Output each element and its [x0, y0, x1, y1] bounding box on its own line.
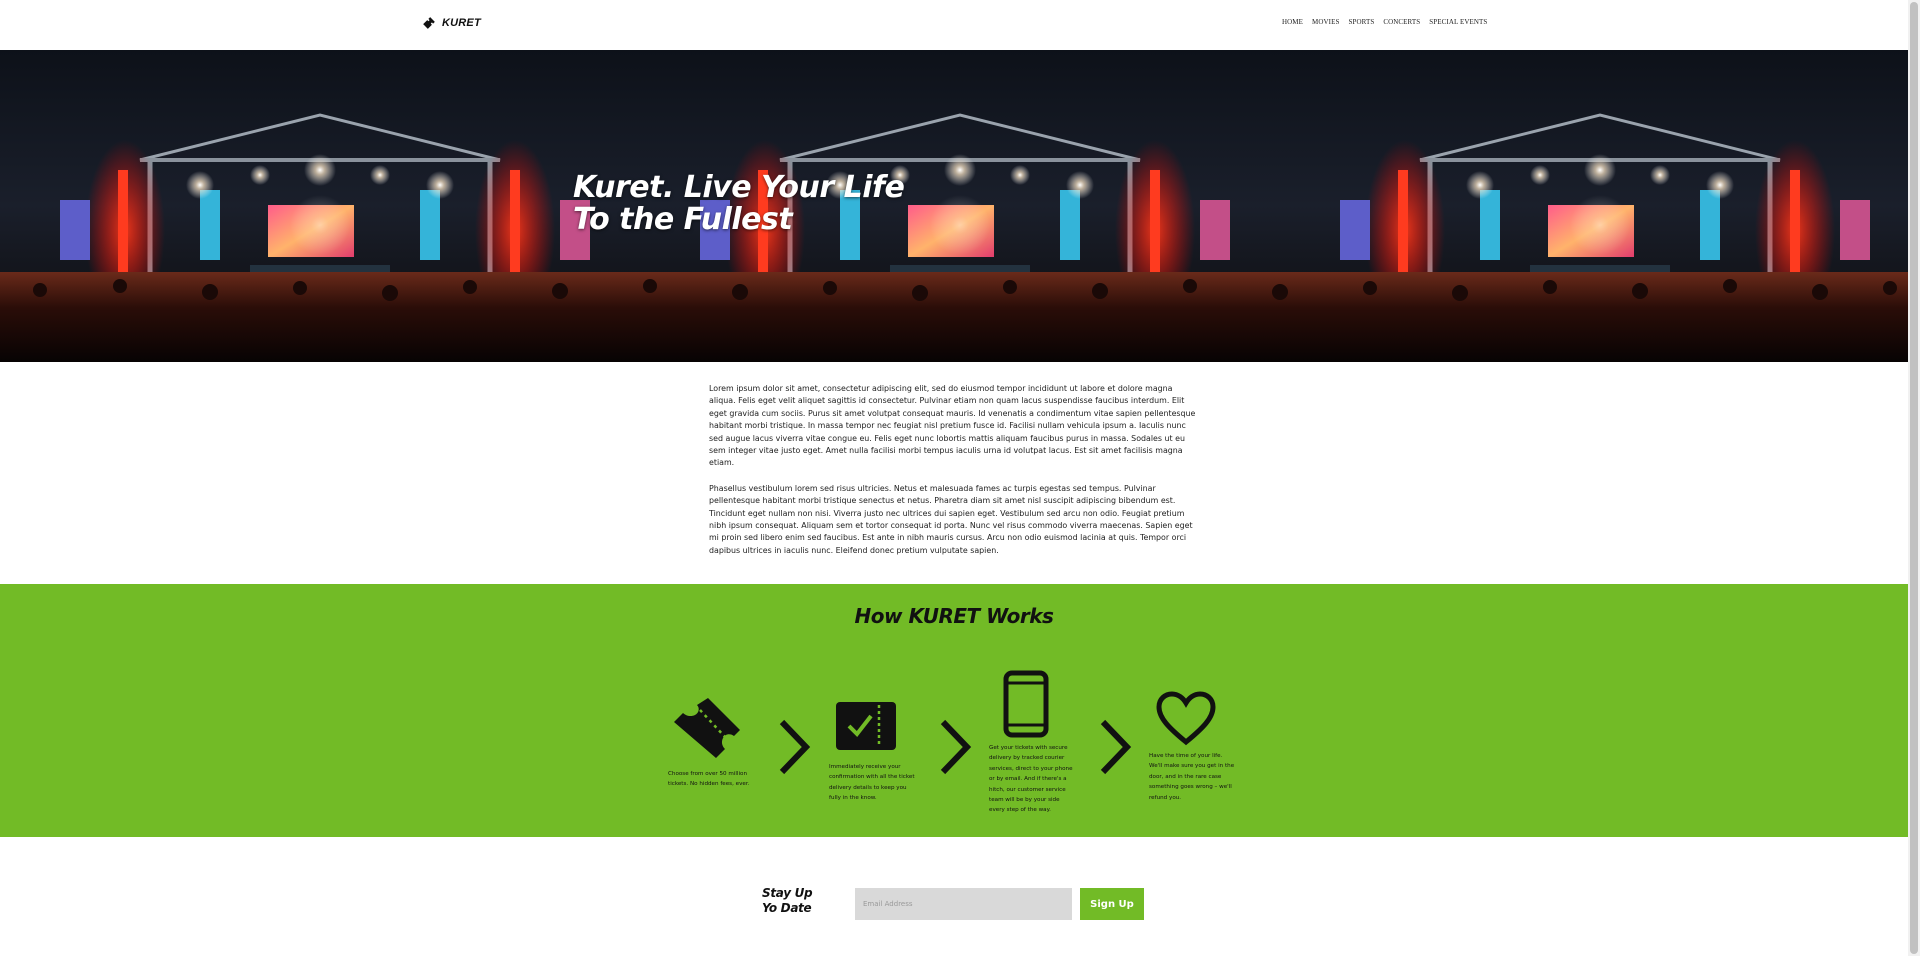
logo[interactable]: KURET — [422, 16, 481, 30]
hero-title-line-1: Kuret. Live Your Life — [573, 170, 905, 205]
ticket-logo-icon — [423, 17, 435, 29]
nav-movies[interactable]: MOVIES — [1312, 18, 1339, 26]
nav-sports[interactable]: SPORTS — [1348, 18, 1374, 26]
site-header: KURET HOME MOVIES SPORTS CONCERTS SPECIA… — [0, 0, 1908, 50]
chevron-right-icon — [1100, 719, 1132, 775]
step-2-text: Immediately receive your confirmation wi… — [829, 764, 915, 802]
nav-special-events[interactable]: SPECIAL EVENTS — [1429, 18, 1487, 26]
intro-text: Lorem ipsum dolor sit amet, consectetur … — [709, 383, 1197, 570]
chevron-right-icon — [940, 719, 972, 775]
step-1: Choose from over 50 million tickets. No … — [668, 696, 756, 790]
step-3: Get your tickets with secure delivery by… — [989, 670, 1077, 816]
logo-text: KURET — [442, 17, 481, 29]
how-it-works-section: How KURET Works Choose from over 50 mill… — [0, 584, 1908, 837]
signup-heading-line-1: Stay Up — [762, 886, 813, 900]
nav-concerts[interactable]: CONCERTS — [1383, 18, 1420, 26]
intro-paragraph-1: Lorem ipsum dolor sit amet, consectetur … — [709, 384, 1196, 468]
email-field[interactable] — [855, 888, 1072, 920]
intro-paragraph-2: Phasellus vestibulum lorem sed risus ult… — [709, 483, 1193, 555]
ticket-icon — [674, 698, 740, 758]
hero-banner: Kuret. Live Your Life To the Fullest — [0, 50, 1908, 362]
hero-title-line-2: To the Fullest — [573, 202, 793, 237]
signup-heading-line-2: Yo Date — [762, 901, 812, 915]
scrollbar[interactable] — [1908, 0, 1920, 956]
heart-icon — [1156, 691, 1216, 746]
concert-stage-image — [0, 50, 1908, 362]
step-3-text: Get your tickets with secure delivery by… — [989, 745, 1073, 814]
step-4: Have the time of your life. We'll make s… — [1149, 690, 1237, 803]
signup-heading: Stay Up Yo Date — [762, 886, 813, 916]
sign-up-button[interactable]: Sign Up — [1080, 888, 1144, 920]
step-2: Immediately receive your confirmation wi… — [829, 701, 917, 804]
chevron-right-icon — [779, 719, 811, 775]
step-1-text: Choose from over 50 million tickets. No … — [668, 771, 750, 788]
nav-home[interactable]: HOME — [1282, 18, 1303, 26]
main-nav: HOME MOVIES SPORTS CONCERTS SPECIAL EVEN… — [1282, 18, 1487, 26]
ticket-check-icon — [836, 702, 896, 750]
how-title: How KURET Works — [854, 604, 1054, 628]
scrollbar-thumb[interactable] — [1910, 2, 1918, 954]
phone-icon — [1003, 670, 1049, 738]
hero-title: Kuret. Live Your Life To the Fullest — [573, 170, 905, 237]
step-4-text: Have the time of your life. We'll make s… — [1149, 753, 1235, 801]
